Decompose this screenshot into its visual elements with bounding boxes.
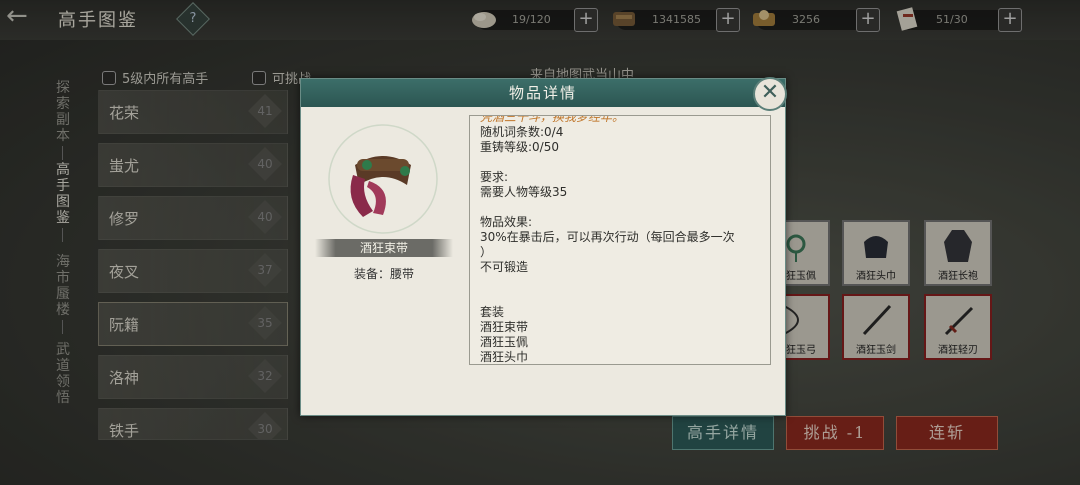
close-icon: ✕ bbox=[760, 80, 780, 105]
unforgeable-text: 不可锻造 bbox=[480, 260, 529, 274]
set-header: 套装 bbox=[480, 305, 505, 319]
set-item: 酒狂头巾 bbox=[480, 350, 529, 364]
effect-text-cont: ） bbox=[480, 245, 493, 259]
requirement-text: 需要人物等级35 bbox=[480, 185, 568, 199]
random-affix-count: 随机词条数:0/4 bbox=[480, 125, 564, 139]
flavor-text: 凭酒三千斗，换我梦经年。 bbox=[480, 115, 625, 124]
set-item: 酒狂束带 bbox=[480, 320, 529, 334]
item-description-panel: 凭酒三千斗，换我梦经年。 随机词条数:0/4 重铸等级:0/50 要求: 需要人… bbox=[469, 115, 771, 365]
modal-header: 物品详情 bbox=[301, 79, 785, 107]
waist-belt-icon bbox=[328, 124, 438, 234]
modal-title: 物品详情 bbox=[508, 84, 577, 102]
item-name: 酒狂束带 bbox=[315, 239, 453, 257]
reforge-level: 重铸等级:0/50 bbox=[480, 140, 559, 154]
item-detail-modal: 物品详情 ✕ 酒狂束带 装备：腰带 凭酒三千斗，换我梦经年。 随机词条数:0/4… bbox=[300, 77, 787, 416]
set-item: 酒狂玉佩 bbox=[480, 335, 529, 349]
effect-text: 30%在暴击后，可以再次行动（每回合最多一次 bbox=[480, 230, 735, 244]
effect-header: 物品效果: bbox=[480, 215, 533, 229]
equip-slot: 装备：腰带 bbox=[353, 267, 414, 281]
close-button[interactable]: ✕ bbox=[753, 77, 787, 111]
requirement-header: 要求: bbox=[480, 170, 509, 184]
